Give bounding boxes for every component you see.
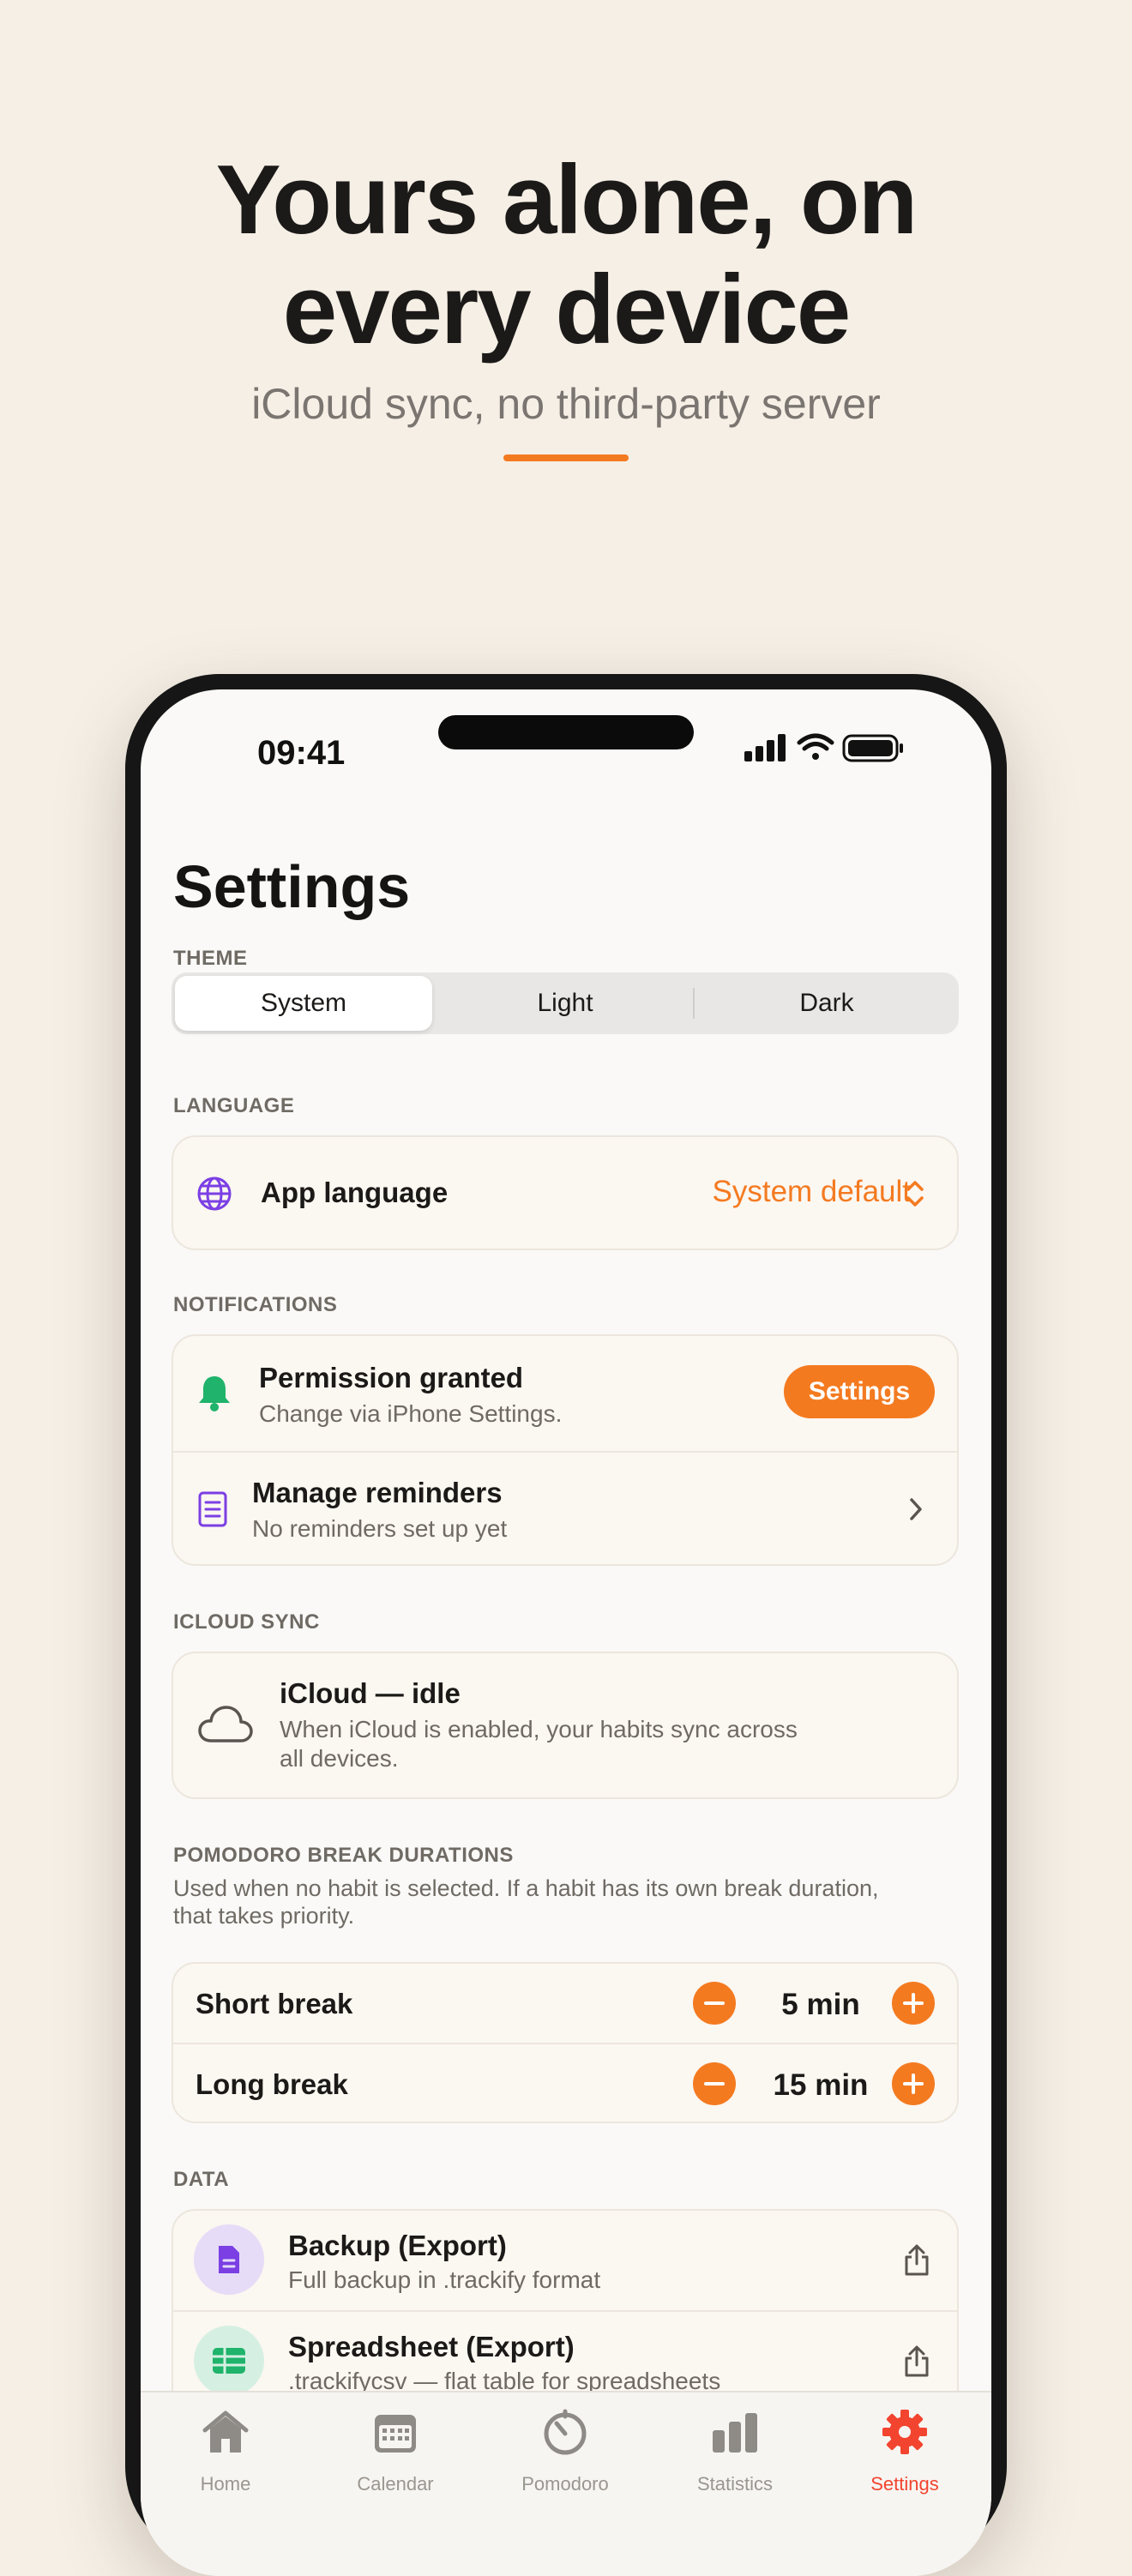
short-break-increase-button[interactable] [892, 1982, 935, 2025]
icloud-description-line2: all devices. [280, 1745, 399, 1772]
phone-frame: 09:41 Settings THEME System Light Dark L… [125, 674, 1007, 2576]
timer-icon [544, 2409, 587, 2455]
calendar-icon [375, 2415, 416, 2453]
page-title: Settings [173, 853, 411, 920]
icloud-description-line1: When iCloud is enabled, your habits sync… [280, 1716, 798, 1742]
status-time: 09:41 [257, 734, 346, 772]
short-break-row: Short break 5 min [173, 1964, 957, 2043]
share-icon[interactable] [902, 2243, 931, 2278]
open-settings-button[interactable]: Settings [784, 1365, 935, 1418]
section-label-notifications: NOTIFICATIONS [173, 1293, 338, 1316]
section-label-icloud: ICLOUD SYNC [173, 1610, 320, 1634]
permission-title: Permission granted [259, 1362, 524, 1393]
backup-icon-badge [194, 2224, 264, 2295]
bar-chart-icon [713, 2413, 757, 2453]
backup-subtitle: Full backup in .trackify format [288, 2266, 601, 2293]
table-icon [213, 2348, 245, 2374]
cloud-icon [198, 1706, 253, 1742]
gear-icon [882, 2410, 927, 2454]
segment-divider [693, 988, 695, 1019]
hero-accent-rule [503, 454, 629, 461]
theme-option-light[interactable]: Light [437, 976, 694, 1031]
theme-segmented-control: System Light Dark [172, 972, 959, 1034]
tab-statistics[interactable]: Statistics [650, 2392, 820, 2495]
chevron-up-down-icon [906, 1181, 924, 1207]
long-break-decrease-button[interactable] [693, 2062, 736, 2105]
wifi-icon [797, 733, 834, 760]
theme-option-dark[interactable]: Dark [698, 976, 955, 1031]
status-icons [744, 731, 916, 765]
house-icon [202, 2410, 249, 2453]
language-value: System default [712, 1175, 912, 1208]
document-icon [219, 2246, 239, 2273]
cellular-signal-icon [744, 734, 786, 761]
section-label-pomodoro: POMODORO BREAK DURATIONS [173, 1844, 514, 1867]
notifications-card: Permission granted Change via iPhone Set… [172, 1334, 959, 1566]
reminders-title: Manage reminders [252, 1477, 503, 1508]
pomodoro-card: Short break 5 min Long break 15 min [172, 1962, 959, 2123]
long-break-value: 15 min [773, 2068, 869, 2102]
tab-calendar[interactable]: Calendar [310, 2392, 480, 2495]
bell-icon [199, 1376, 230, 1411]
share-icon[interactable] [902, 2344, 931, 2379]
short-break-label: Short break [196, 1988, 353, 2019]
backup-export-row[interactable]: Backup (Export) Full backup in .trackify… [173, 2211, 957, 2310]
tab-pomodoro[interactable]: Pomodoro [480, 2392, 650, 2495]
globe-icon [197, 1177, 232, 1211]
short-break-decrease-button[interactable] [693, 1982, 736, 2025]
spreadsheet-title: Spreadsheet (Export) [288, 2331, 575, 2362]
tab-bar: Home Calendar Pomodoro Statistics Settin… [141, 2391, 991, 2576]
hero-subtitle: iCloud sync, no third-party server [251, 380, 881, 428]
permission-row: Permission granted Change via iPhone Set… [173, 1336, 957, 1451]
battery-icon [842, 734, 903, 762]
spreadsheet-icon-badge [194, 2326, 264, 2396]
language-row-title: App language [261, 1177, 449, 1208]
hero-header: Yours alone, on every device iCloud sync… [0, 0, 1132, 600]
section-label-language: LANGUAGE [173, 1094, 295, 1117]
dynamic-island [438, 715, 694, 749]
long-break-increase-button[interactable] [892, 2062, 935, 2105]
pomodoro-help-text: Used when no habit is selected. If a hab… [173, 1875, 879, 1929]
short-break-value: 5 min [781, 1988, 860, 2021]
section-label-data: DATA [173, 2168, 230, 2191]
tab-settings[interactable]: Settings [820, 2392, 990, 2495]
language-card[interactable]: App language System default [172, 1135, 959, 1250]
manage-reminders-row[interactable]: Manage reminders No reminders set up yet [173, 1453, 957, 1568]
phone-screen: 09:41 Settings THEME System Light Dark L… [141, 689, 991, 2576]
icloud-status-title: iCloud — idle [280, 1677, 461, 1709]
hero-title: Yours alone, on every device [215, 146, 918, 364]
icloud-card: iCloud — idle When iCloud is enabled, yo… [172, 1652, 959, 1799]
section-label-theme: THEME [173, 947, 248, 970]
long-break-label: Long break [196, 2068, 348, 2100]
chevron-right-icon [910, 1498, 922, 1520]
list-icon [198, 1491, 227, 1527]
reminders-subtitle: No reminders set up yet [252, 1515, 508, 1542]
theme-option-system[interactable]: System [175, 976, 432, 1031]
long-break-row: Long break 15 min [173, 2044, 957, 2123]
tab-home[interactable]: Home [141, 2392, 310, 2495]
backup-title: Backup (Export) [288, 2230, 507, 2261]
permission-subtitle: Change via iPhone Settings. [259, 1400, 563, 1427]
